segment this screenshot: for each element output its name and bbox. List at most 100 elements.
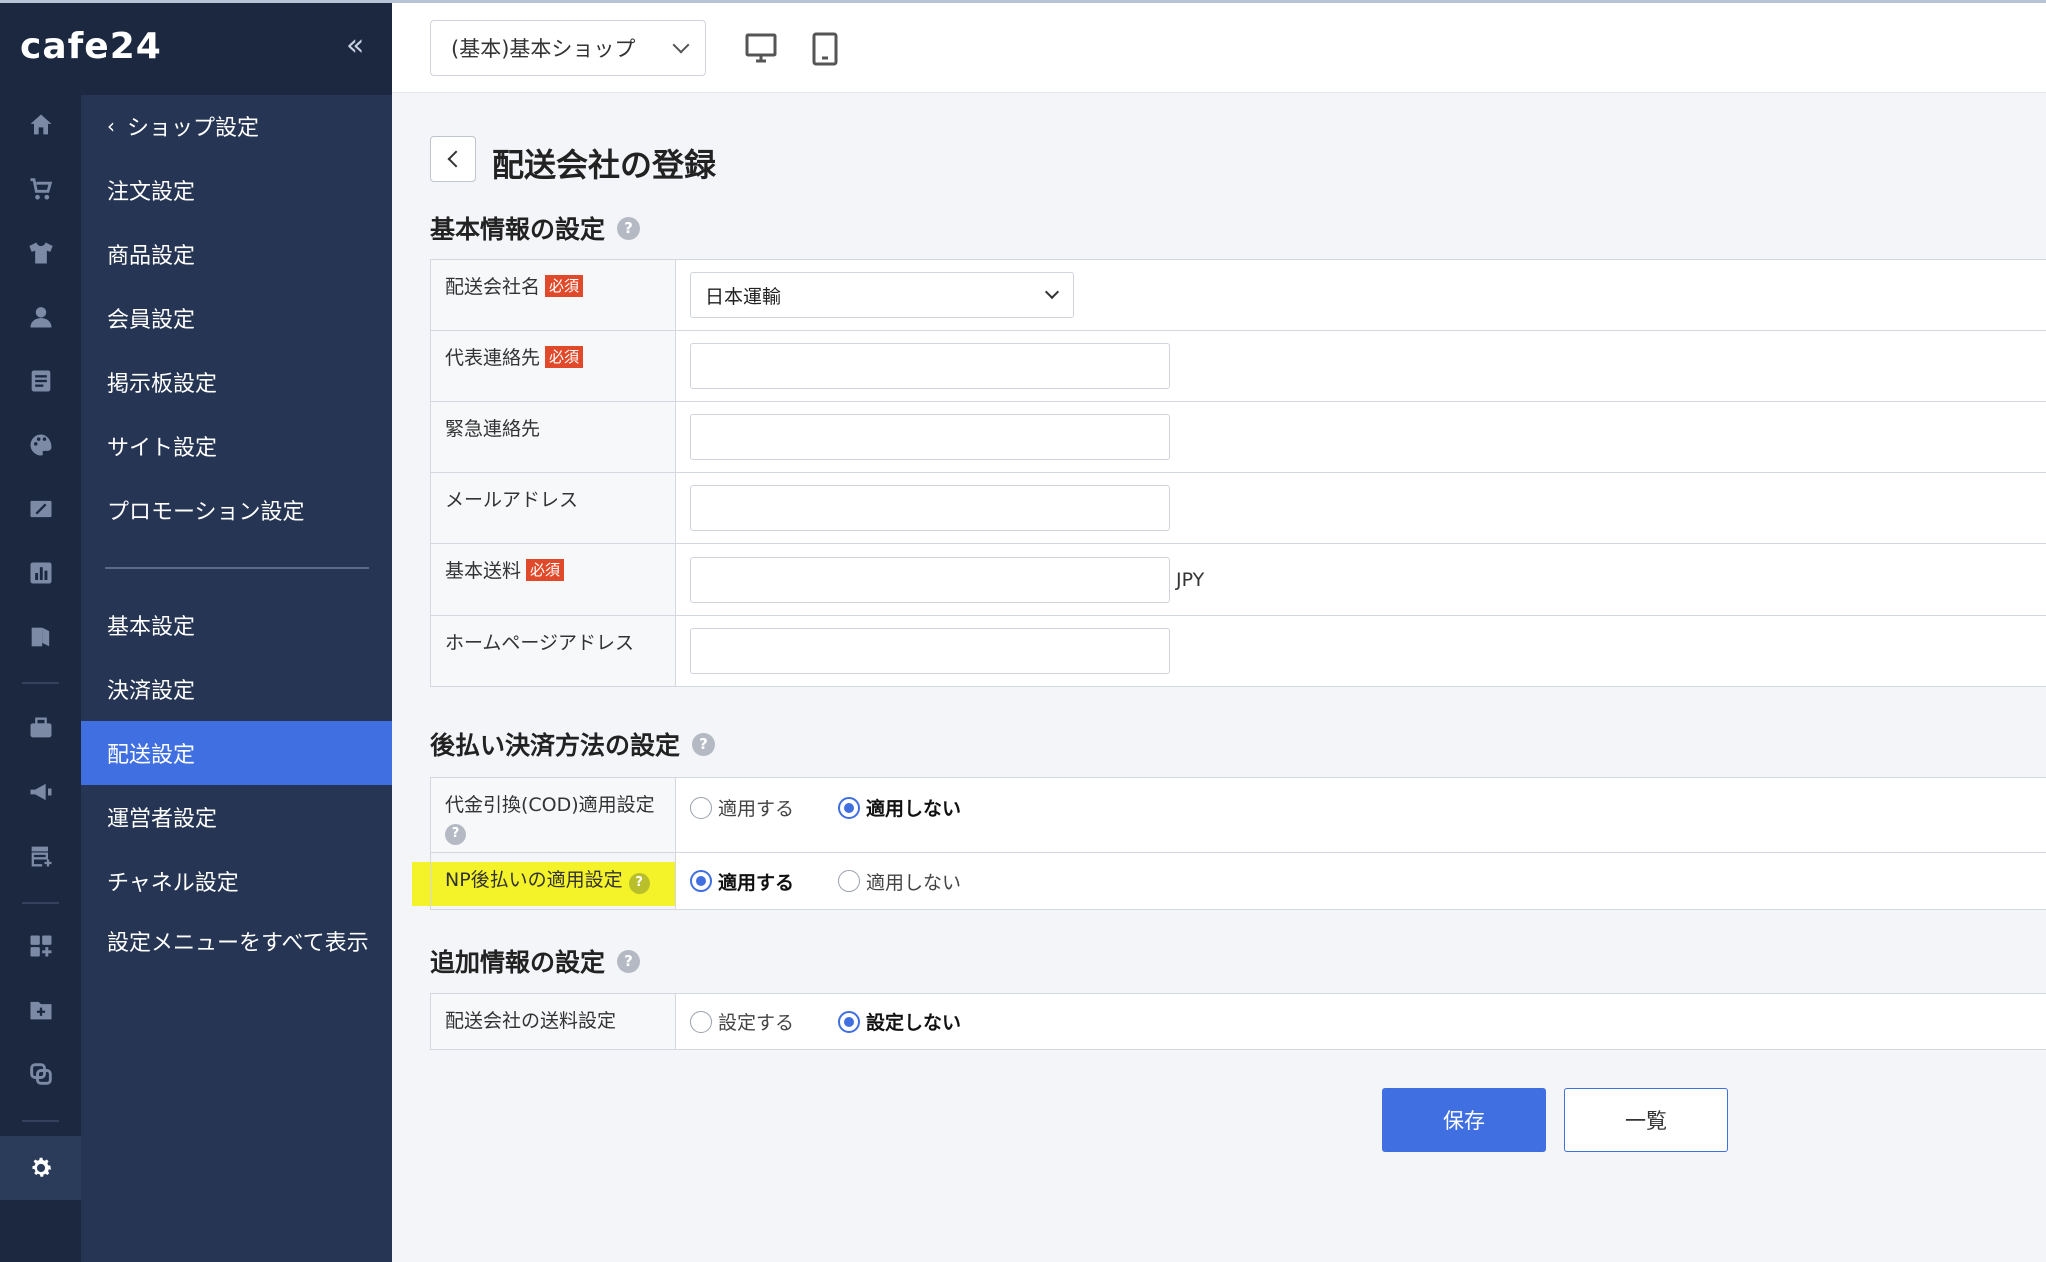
back-button[interactable] bbox=[430, 136, 476, 182]
help-icon[interactable]: ? bbox=[617, 216, 641, 240]
collapse-sidebar-icon[interactable]: « bbox=[346, 28, 364, 63]
help-icon[interactable]: ? bbox=[617, 949, 641, 973]
board-icon[interactable] bbox=[0, 353, 81, 409]
emergency-input[interactable] bbox=[690, 414, 1170, 460]
gear-icon[interactable] bbox=[0, 1136, 81, 1200]
row-np: NP後払いの適用設定? 適用する 適用しない bbox=[430, 853, 2046, 910]
row-emergency: 緊急連絡先 bbox=[430, 402, 2046, 473]
shipping-fee-set-radio[interactable]: 設定する bbox=[690, 1008, 794, 1035]
np-not-apply-radio[interactable]: 適用しない bbox=[838, 868, 961, 895]
icon-rail bbox=[0, 0, 81, 1262]
section-basic-title-text: 基本情報の設定 bbox=[430, 215, 606, 244]
logo-bar: cafe24 « bbox=[0, 0, 392, 95]
shop-select-value: (基本)基本ショップ bbox=[451, 37, 636, 61]
np-radio-group: 適用する 適用しない bbox=[690, 868, 1005, 895]
menu-item-board[interactable]: 掲示板設定 bbox=[81, 350, 392, 414]
np-apply-radio[interactable]: 適用する bbox=[690, 868, 794, 895]
phone-input[interactable] bbox=[690, 343, 1170, 389]
email-input[interactable] bbox=[690, 485, 1170, 531]
chevron-left-icon: ‹ bbox=[107, 114, 115, 138]
apps-add-icon[interactable] bbox=[0, 918, 81, 974]
required-badge: 必須 bbox=[545, 346, 584, 368]
top-bar: (基本)基本ショップ bbox=[392, 3, 2046, 93]
chevron-left-icon bbox=[447, 150, 465, 168]
megaphone-icon[interactable] bbox=[0, 764, 81, 820]
desktop-icon[interactable] bbox=[744, 31, 778, 69]
menu-item-payment[interactable]: 決済設定 bbox=[81, 657, 392, 721]
chevron-down-icon bbox=[672, 36, 690, 54]
shipping-fee-not-set-radio[interactable]: 設定しない bbox=[838, 1008, 961, 1035]
link-icon[interactable] bbox=[0, 1046, 81, 1102]
label-company-name: 配送会社名 必須 bbox=[430, 260, 676, 330]
company-name-value: 日本運輸 bbox=[705, 285, 782, 308]
folder-add-icon[interactable] bbox=[0, 982, 81, 1038]
fee-unit: JPY bbox=[1176, 568, 1205, 591]
list-button[interactable]: 一覧 bbox=[1564, 1088, 1728, 1152]
menu-item-show-all[interactable]: 設定メニューをすべて表示 bbox=[81, 920, 371, 1000]
menu-back-label: ショップ設定 bbox=[127, 116, 260, 141]
briefcase-icon[interactable] bbox=[0, 700, 81, 756]
label-phone: 代表連絡先 必須 bbox=[430, 331, 676, 401]
menu-item-promotion[interactable]: プロモーション設定 bbox=[81, 478, 392, 542]
menu-item-product[interactable]: 商品設定 bbox=[81, 222, 392, 286]
chart-icon[interactable] bbox=[0, 545, 81, 601]
page-title: 配送会社の登録 bbox=[492, 146, 717, 184]
row-phone: 代表連絡先 必須 bbox=[430, 331, 2046, 402]
row-email: メールアドレス bbox=[430, 473, 2046, 544]
top-accent-line bbox=[0, 0, 2046, 3]
tablet-icon[interactable] bbox=[810, 31, 840, 71]
menu-item-operator[interactable]: 運営者設定 bbox=[81, 785, 392, 849]
homepage-input[interactable] bbox=[690, 628, 1170, 674]
chevron-down-icon bbox=[1044, 284, 1060, 300]
row-fee: 基本送料 必須 JPY bbox=[430, 544, 2046, 616]
section-extra-title-text: 追加情報の設定 bbox=[430, 948, 606, 977]
exit-icon[interactable] bbox=[0, 609, 81, 665]
menu-item-site[interactable]: サイト設定 bbox=[81, 414, 392, 478]
home-icon[interactable] bbox=[0, 97, 81, 153]
menu-item-order[interactable]: 注文設定 bbox=[81, 158, 392, 222]
cod-not-apply-radio[interactable]: 適用しない bbox=[838, 794, 961, 821]
save-button[interactable]: 保存 bbox=[1382, 1088, 1546, 1152]
menu-item-member[interactable]: 会員設定 bbox=[81, 286, 392, 350]
company-name-select[interactable]: 日本運輸 bbox=[690, 272, 1074, 318]
user-icon[interactable] bbox=[0, 289, 81, 345]
menu-item-shipping[interactable]: 配送設定 bbox=[81, 721, 392, 785]
row-cod: 代金引換(COD)適用設定? 適用する 適用しない bbox=[430, 778, 2046, 853]
label-shipping-fee: 配送会社の送料設定 bbox=[430, 994, 676, 1049]
store-add-icon[interactable] bbox=[0, 828, 81, 884]
cafe24-logo[interactable]: cafe24 bbox=[20, 26, 162, 67]
shipping-fee-radio-group: 設定する 設定しない bbox=[690, 1008, 1005, 1035]
tshirt-icon[interactable] bbox=[0, 225, 81, 281]
settings-menu: ‹ ショップ設定 注文設定 商品設定 会員設定 掲示板設定 サイト設定 プロモー… bbox=[81, 0, 392, 1262]
required-badge: 必須 bbox=[545, 275, 584, 297]
menu-divider bbox=[105, 567, 369, 569]
label-fee: 基本送料 必須 bbox=[430, 544, 676, 615]
label-np: NP後払いの適用設定? bbox=[430, 853, 676, 909]
fee-input[interactable] bbox=[690, 556, 1170, 603]
label-email: メールアドレス bbox=[430, 473, 676, 543]
help-icon[interactable]: ? bbox=[628, 872, 650, 894]
rail-divider bbox=[22, 902, 59, 904]
rail-divider bbox=[22, 682, 59, 684]
row-shipping-fee: 配送会社の送料設定 設定する 設定しない bbox=[430, 994, 2046, 1050]
menu-back-shop-settings[interactable]: ‹ ショップ設定 bbox=[81, 94, 392, 158]
palette-icon[interactable] bbox=[0, 417, 81, 473]
basic-info-table: 配送会社名 必須 日本運輸 代表連絡先 必須 緊急連絡先 メールアドレス 基本送料必… bbox=[430, 259, 2046, 687]
rail-divider bbox=[22, 1120, 59, 1122]
shop-select[interactable]: (基本)基本ショップ bbox=[430, 20, 706, 76]
label-cod: 代金引換(COD)適用設定? bbox=[430, 778, 676, 852]
section-payment-title-text: 後払い決済方法の設定 bbox=[430, 731, 681, 760]
row-company-name: 配送会社名 必須 日本運輸 bbox=[430, 260, 2046, 331]
cart-icon[interactable] bbox=[0, 161, 81, 217]
label-homepage: ホームページアドレス bbox=[430, 616, 676, 686]
required-badge: 必須 bbox=[526, 559, 565, 581]
help-icon[interactable]: ? bbox=[445, 823, 466, 845]
cod-apply-radio[interactable]: 適用する bbox=[690, 794, 794, 821]
section-basic-title: 基本情報の設定 ? bbox=[430, 210, 641, 246]
help-icon[interactable]: ? bbox=[692, 732, 716, 756]
menu-item-channel[interactable]: チャネル設定 bbox=[81, 849, 392, 913]
coupon-icon[interactable] bbox=[0, 481, 81, 537]
section-extra-title: 追加情報の設定 ? bbox=[430, 943, 641, 979]
menu-item-basic[interactable]: 基本設定 bbox=[81, 593, 392, 657]
extra-table: 配送会社の送料設定 設定する 設定しない bbox=[430, 993, 2046, 1050]
